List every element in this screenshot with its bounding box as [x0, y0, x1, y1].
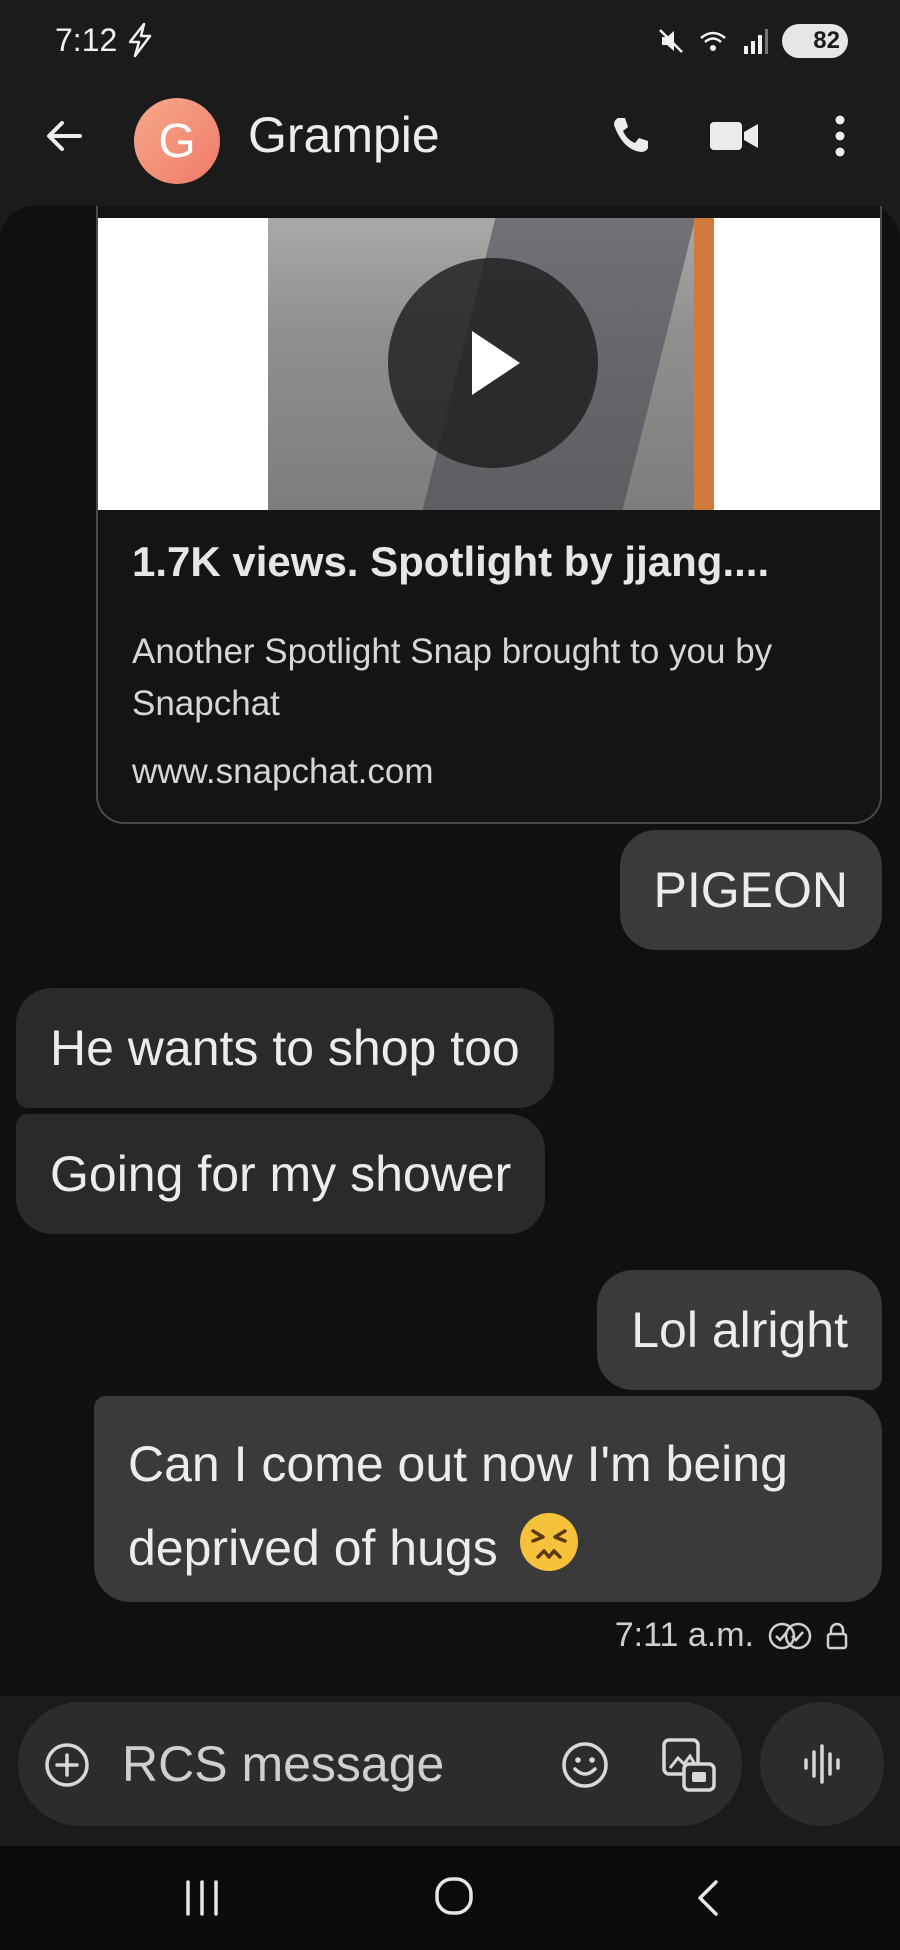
play-icon	[472, 331, 520, 395]
status-icons: 82	[656, 24, 848, 58]
outgoing-message[interactable]: Lol alright	[597, 1270, 882, 1390]
lock-icon	[826, 1622, 848, 1649]
waveform-icon	[804, 1744, 840, 1784]
message-status-row: 7:11 a.m.	[615, 1616, 848, 1655]
status-bar: 7:12 82	[0, 0, 900, 82]
avatar-initial: G	[158, 114, 196, 168]
nav-back-icon[interactable]	[690, 1874, 726, 1922]
outgoing-message[interactable]: PIGEON	[619, 830, 882, 950]
back-arrow-icon[interactable]	[40, 112, 88, 160]
bolt-icon	[128, 22, 152, 58]
play-button[interactable]	[388, 258, 598, 468]
link-description: Another Spotlight Snap brought to you by…	[132, 632, 773, 723]
battery-level: 82	[813, 27, 840, 54]
outgoing-message[interactable]: Can I come out now I'm being deprived of…	[94, 1396, 882, 1602]
message-text: Can I come out now I'm being deprived of…	[128, 1436, 788, 1576]
link-preview-card[interactable]: 1.7K views. Spotlight by jjang.... Anoth…	[96, 206, 882, 824]
status-time: 7:12	[55, 22, 118, 58]
video-camera-icon[interactable]	[708, 112, 760, 160]
link-url: www.snapchat.com	[132, 752, 434, 791]
message-composer	[18, 1702, 742, 1826]
mute-icon	[659, 29, 683, 53]
thumbnail-edge	[694, 218, 714, 510]
incoming-message[interactable]: He wants to shop too	[16, 988, 554, 1108]
message-input[interactable]	[122, 1726, 482, 1802]
phone-icon[interactable]	[606, 112, 654, 160]
signal-icon	[744, 29, 768, 54]
read-receipt-icon	[768, 1622, 812, 1649]
battery-icon: 82	[782, 24, 848, 58]
link-preview-media[interactable]	[98, 218, 880, 510]
recents-icon[interactable]	[180, 1876, 224, 1920]
contact-name[interactable]: Grampie	[248, 106, 440, 164]
system-navigation-bar	[0, 1846, 900, 1950]
conversation-header: G Grampie	[0, 82, 900, 192]
incoming-message[interactable]: Going for my shower	[16, 1114, 546, 1234]
voice-message-button[interactable]	[760, 1702, 884, 1826]
wifi-6e-icon	[700, 31, 726, 51]
message-list[interactable]: 1.7K views. Spotlight by jjang.... Anoth…	[0, 206, 900, 1696]
add-circle-icon[interactable]	[44, 1742, 90, 1788]
link-title: 1.7K views. Spotlight by jjang....	[132, 538, 770, 585]
more-vert-icon[interactable]	[822, 110, 858, 162]
timestamp: 7:11 a.m.	[614, 1616, 754, 1654]
gallery-attachment-icon[interactable]	[660, 1736, 718, 1794]
emoji-icon[interactable]	[560, 1740, 610, 1790]
avatar[interactable]: G	[134, 98, 220, 184]
persevering-face-emoji-icon	[519, 1513, 578, 1571]
home-icon[interactable]	[432, 1874, 476, 1918]
